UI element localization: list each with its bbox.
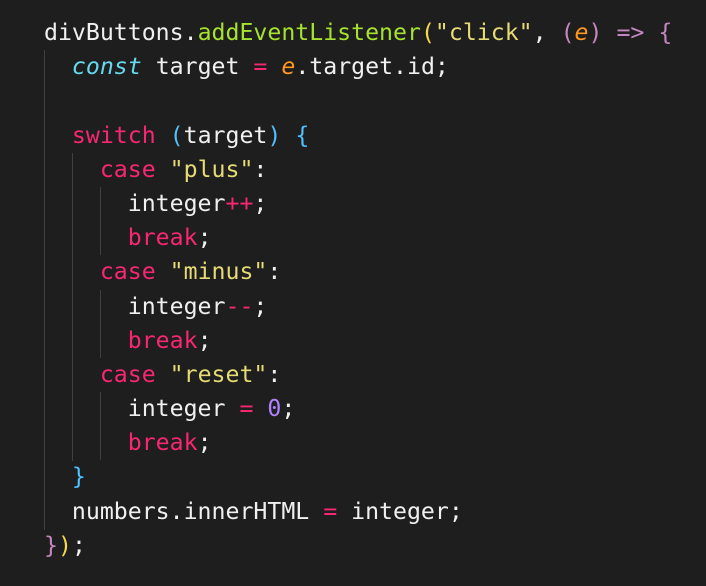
code-token: addEventListener — [197, 19, 421, 46]
code-line[interactable]: numbers.innerHTML = integer; — [44, 495, 672, 529]
code-token: break — [127, 429, 198, 457]
code-line[interactable]: case "minus": — [44, 255, 672, 289]
code-token: break — [127, 224, 198, 252]
code-token: ; — [197, 326, 212, 354]
code-token: 0 — [267, 395, 282, 423]
code-token: switch — [71, 121, 156, 149]
code-token: "reset" — [169, 360, 268, 388]
code-token: ( — [560, 19, 575, 46]
code-token: "click" — [434, 19, 533, 46]
code-token: ; — [253, 292, 268, 320]
code-token: target — [183, 121, 268, 149]
code-token: { — [658, 19, 673, 46]
code-token: = — [323, 497, 338, 525]
code-line[interactable] — [44, 84, 672, 118]
code-token: .target.id; — [295, 53, 449, 81]
code-line[interactable]: switch (target) { — [44, 119, 672, 153]
code-token: => — [616, 19, 645, 46]
code-token: e — [281, 53, 296, 81]
code-token: ; — [253, 189, 268, 217]
code-token: const — [71, 53, 142, 81]
code-line[interactable]: integer++; — [44, 187, 672, 221]
code-token: integer — [44, 189, 226, 217]
code-token: ( — [169, 121, 184, 149]
code-token: = — [253, 53, 268, 81]
code-line[interactable]: const target = e.target.id; — [44, 50, 672, 84]
code-token: target — [141, 53, 254, 81]
code-token: : — [267, 258, 282, 286]
code-token: = — [239, 395, 254, 423]
code-line[interactable]: }); — [44, 529, 672, 563]
code-token: , — [532, 19, 561, 46]
code-token: "minus" — [169, 258, 268, 286]
code-token: "plus" — [169, 155, 254, 183]
code-token: case — [99, 360, 156, 388]
code-token: break — [127, 326, 198, 354]
code-content[interactable]: divButtons.addEventListener("click", (e)… — [44, 16, 672, 563]
code-token: : — [253, 155, 268, 183]
code-line[interactable]: integer = 0; — [44, 392, 672, 426]
code-token: ; — [197, 429, 212, 457]
code-token: numbers.innerHTML — [44, 497, 324, 525]
code-token: } — [71, 463, 86, 491]
code-token: ; — [197, 224, 212, 252]
code-line[interactable]: integer--; — [44, 290, 672, 324]
code-token: integer; — [337, 497, 463, 525]
code-token: { — [295, 121, 310, 149]
code-token: ) — [267, 121, 282, 149]
code-token: -- — [225, 292, 254, 320]
code-token: ++ — [225, 189, 254, 217]
code-token: : — [267, 360, 282, 388]
code-token: ; — [281, 395, 296, 423]
code-token: integer — [44, 292, 226, 320]
code-line[interactable]: } — [44, 460, 672, 494]
code-token: case — [99, 258, 156, 286]
code-token: case — [99, 155, 156, 183]
code-token: ; — [71, 531, 86, 559]
code-token: } — [44, 531, 58, 559]
code-token: integer — [44, 395, 240, 423]
code-token: divButtons. — [44, 19, 198, 46]
code-line[interactable]: case "reset": — [44, 358, 672, 392]
code-line[interactable]: divButtons.addEventListener("click", (e)… — [44, 16, 672, 50]
code-line[interactable]: break; — [44, 221, 672, 255]
code-editor[interactable]: divButtons.addEventListener("click", (e)… — [0, 0, 706, 586]
code-line[interactable]: case "plus": — [44, 153, 672, 187]
code-line[interactable]: break; — [44, 324, 672, 358]
code-line[interactable]: break; — [44, 426, 672, 460]
code-token: ) — [57, 531, 72, 559]
code-token: ) — [588, 19, 603, 46]
code-token: ( — [420, 19, 435, 46]
code-token: e — [574, 19, 589, 46]
